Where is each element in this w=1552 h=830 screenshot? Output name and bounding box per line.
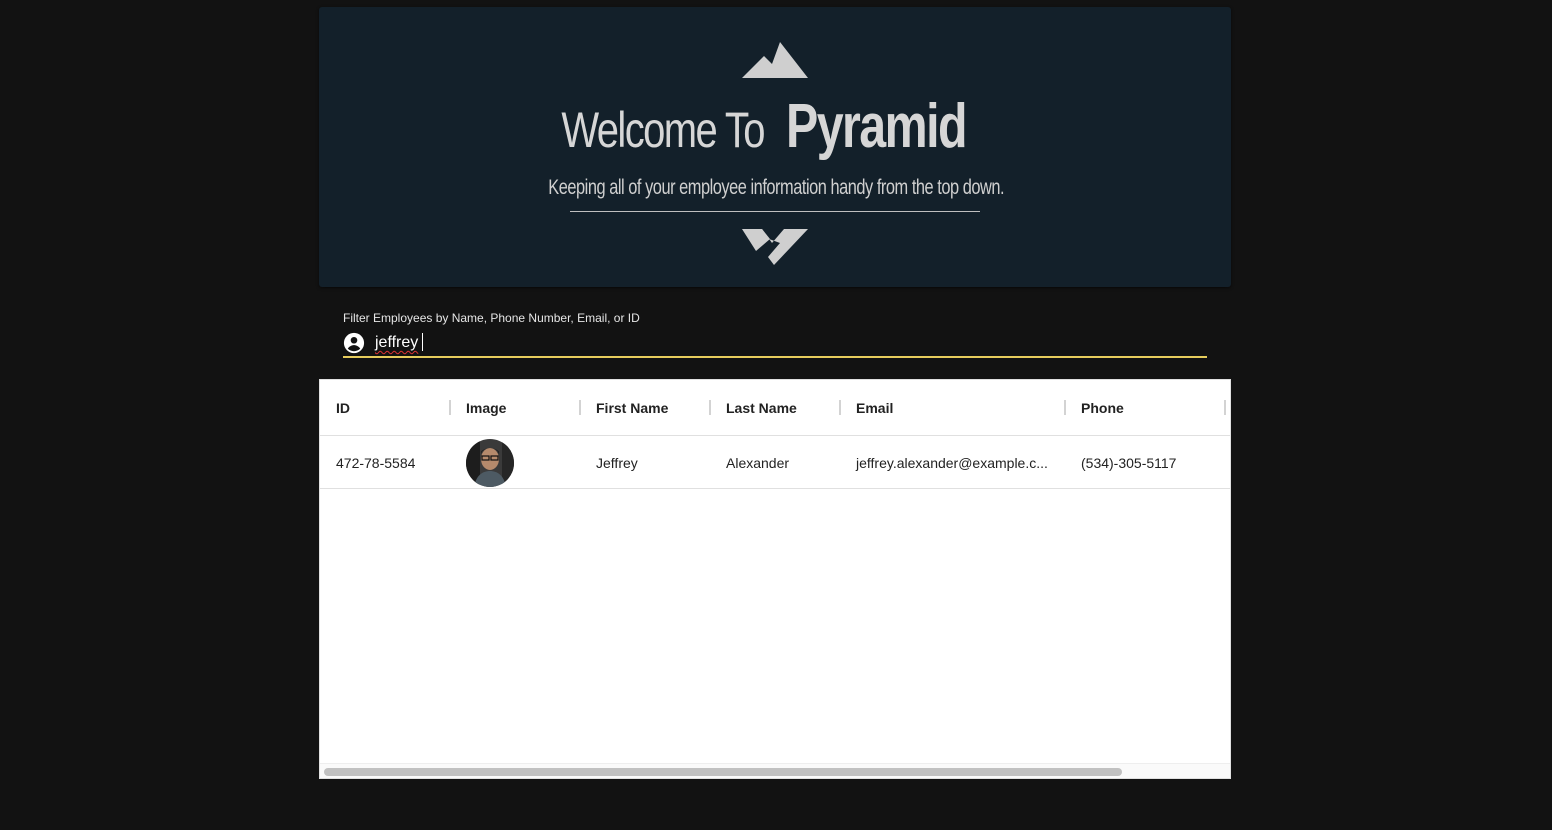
hero-divider <box>570 211 980 212</box>
hero-title: Welcome To Pyramid <box>0 96 1552 158</box>
cell-first-name: Jeffrey <box>596 455 638 471</box>
column-resize-handle[interactable] <box>1224 400 1226 415</box>
cell-last-name: Alexander <box>726 455 790 471</box>
column-resize-handle[interactable] <box>839 400 841 415</box>
column-header-phone[interactable]: Phone <box>1081 400 1124 416</box>
filter-input[interactable]: jeffrey <box>375 334 418 352</box>
column-header-last-name[interactable]: Last Name <box>726 400 797 416</box>
column-header-email[interactable]: Email <box>856 400 893 416</box>
filter-field[interactable]: jeffrey <box>343 330 1207 358</box>
column-resize-handle[interactable] <box>709 400 711 415</box>
hero-brand: Pyramid <box>785 92 967 161</box>
pyramid-inverted-logo-icon <box>742 229 808 265</box>
column-header-image[interactable]: Image <box>466 400 506 416</box>
table-header: ID Image First Name Last Name Email Phon… <box>320 380 1230 436</box>
employee-table: ID Image First Name Last Name Email Phon… <box>319 379 1231 779</box>
hero-subtitle-text: Keeping all of your employee information… <box>548 176 1004 199</box>
pyramid-logo-icon <box>742 42 808 78</box>
hero-welcome: Welcome To <box>561 102 765 158</box>
column-resize-handle[interactable] <box>449 400 451 415</box>
column-header-id[interactable]: ID <box>336 400 350 416</box>
table-row[interactable]: 472-78-5584 Jeffrey Alexander jeffrey.al… <box>320 437 1230 489</box>
cell-id: 472-78-5584 <box>336 455 416 471</box>
cell-email: jeffrey.alexander@example.c... <box>856 455 1048 471</box>
filter-label: Filter Employees by Name, Phone Number, … <box>343 311 640 325</box>
text-caret <box>422 333 423 351</box>
avatar <box>466 439 514 487</box>
cell-phone: (534)-305-5117 <box>1081 455 1177 471</box>
hero-subtitle: Keeping all of your employee information… <box>0 176 1552 200</box>
avatar-image-icon <box>466 439 514 487</box>
column-resize-handle[interactable] <box>1064 400 1066 415</box>
column-header-first-name[interactable]: First Name <box>596 400 668 416</box>
account-circle-icon <box>343 332 365 354</box>
column-resize-handle[interactable] <box>579 400 581 415</box>
horizontal-scrollbar[interactable] <box>320 763 1230 778</box>
scrollbar-thumb[interactable] <box>324 768 1122 776</box>
